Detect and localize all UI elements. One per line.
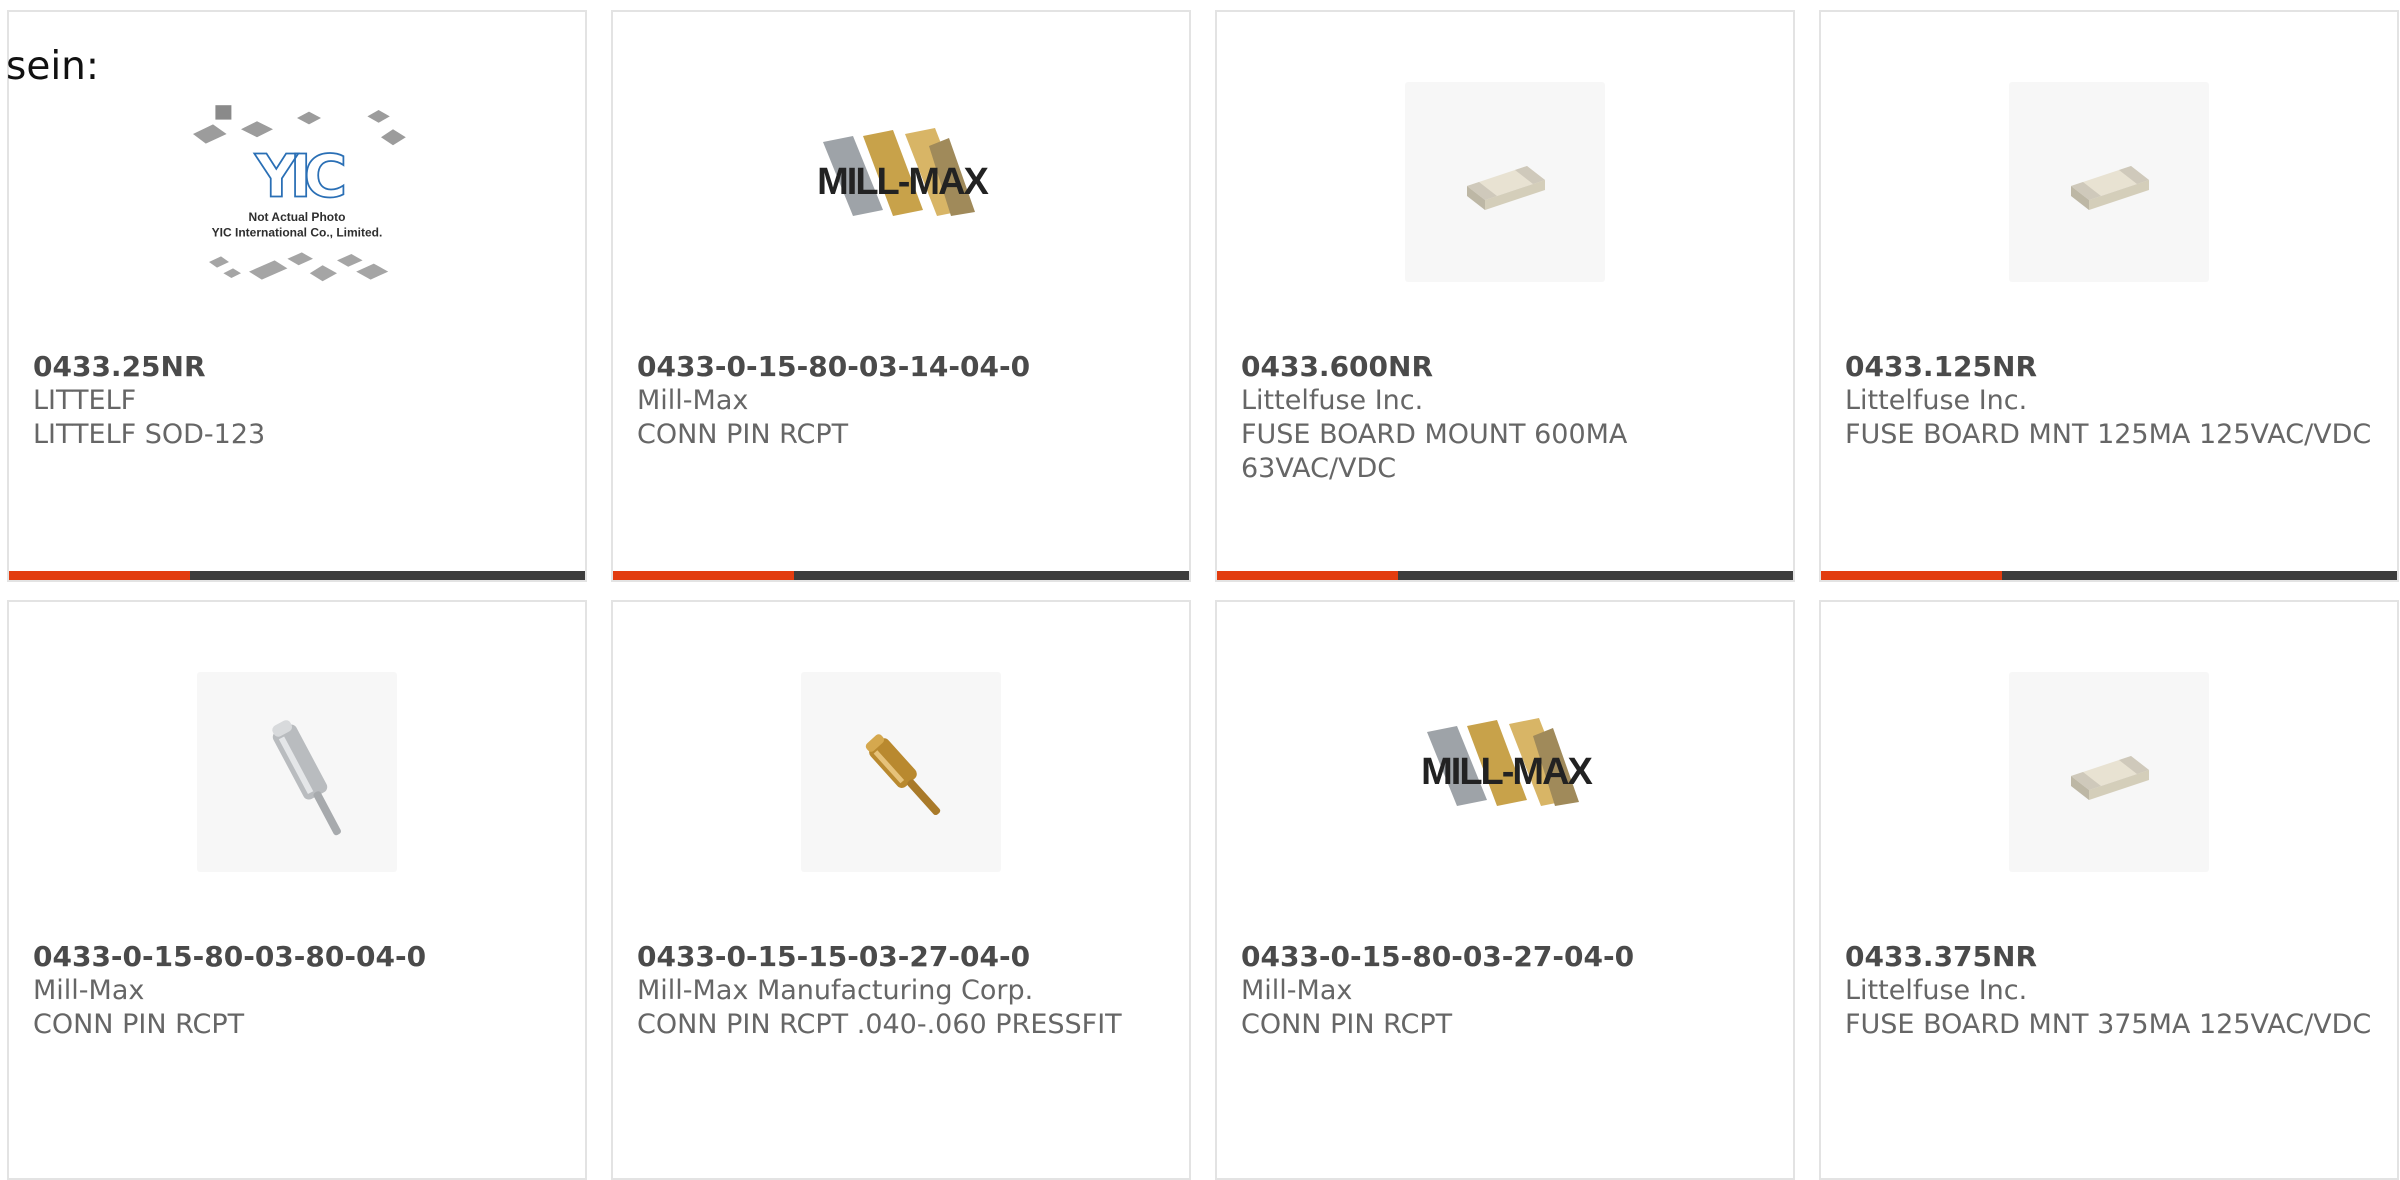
product-description: CONN PIN RCPT .040-.060 PRESSFIT [637,1009,1122,1040]
product-description: FUSE BOARD MOUNT 600MA 63VAC/VDC [1241,419,1628,484]
product-info: 0433-0-15-15-03-27-04-0 Mill-Max Manufac… [637,940,1169,1042]
card-footer-bar [9,571,585,580]
manufacturer: Littelfuse Inc. [1241,385,1424,416]
part-number-link[interactable]: 0433.600NR [1241,350,1773,384]
card-accent-bar [1821,571,2003,580]
manufacturer: Littelfuse Inc. [1845,385,2028,416]
product-info: 0433-0-15-80-03-80-04-0 Mill-Max CONN PI… [33,940,565,1042]
part-number-link[interactable]: 0433.125NR [1845,350,2377,384]
product-image[interactable]: MILL-MAX [1405,672,1605,872]
product-card[interactable]: 0433-0-15-15-03-27-04-0 Mill-Max Manufac… [611,600,1191,1180]
manufacturer: LITTELF [33,385,137,416]
product-info: 0433.600NR Littelfuse Inc. FUSE BOARD MO… [1241,350,1773,486]
product-image[interactable] [197,672,397,872]
product-image[interactable]: MILL-MAX [801,82,1001,282]
card-accent-bar [1217,571,1399,580]
manufacturer: Mill-Max Manufacturing Corp. [637,975,1034,1006]
mill-max-logo: MILL-MAX [817,161,989,203]
placeholder-photo-icon: YIC Not Actual Photo YIC International C… [193,105,406,282]
card-accent-bar [613,571,795,580]
product-info: 0433.125NR Littelfuse Inc. FUSE BOARD MN… [1845,350,2377,452]
product-card[interactable]: MILL-MAX 0433-0-15-80-03-14-04-0 Mill-Ma… [611,10,1191,582]
mill-max-logo: MILL-MAX [1421,751,1593,793]
yic-logo: YIC [254,141,344,210]
product-image[interactable] [2009,672,2209,872]
gold-pin-icon [865,734,941,816]
photo-caption: YIC International Co., Limited. [212,225,383,239]
product-description: LITTELF SOD-123 [33,419,266,450]
product-image[interactable] [1405,82,1605,282]
product-info: 0433-0-15-80-03-27-04-0 Mill-Max CONN PI… [1241,940,1773,1042]
product-card[interactable]: 0433.125NR Littelfuse Inc. FUSE BOARD MN… [1819,10,2399,582]
part-number-link[interactable]: 0433.25NR [33,350,565,384]
product-description: CONN PIN RCPT [1241,1009,1453,1040]
mill-max-logo-icon: MILL-MAX [1421,718,1596,806]
product-card[interactable]: YIC Not Actual Photo YIC International C… [7,10,587,582]
manufacturer: Mill-Max [1241,975,1353,1006]
part-number-link[interactable]: 0433-0-15-80-03-27-04-0 [1241,940,1773,974]
product-info: 0433.375NR Littelfuse Inc. FUSE BOARD MN… [1845,940,2377,1042]
product-description: CONN PIN RCPT [33,1009,245,1040]
product-card[interactable]: 0433.375NR Littelfuse Inc. FUSE BOARD MN… [1819,600,2399,1180]
smd-fuse-icon [2071,756,2149,800]
silver-pin-icon [272,720,341,836]
smd-fuse-icon [1467,166,1545,210]
part-number-link[interactable]: 0433-0-15-80-03-14-04-0 [637,350,1169,384]
manufacturer: Mill-Max [33,975,145,1006]
product-info: 0433-0-15-80-03-14-04-0 Mill-Max CONN PI… [637,350,1169,452]
product-grid: YIC Not Actual Photo YIC International C… [0,0,2400,1180]
product-card[interactable]: MILL-MAX 0433-0-15-80-03-27-04-0 Mill-Ma… [1215,600,1795,1180]
part-number-link[interactable]: 0433-0-15-15-03-27-04-0 [637,940,1169,974]
manufacturer: Littelfuse Inc. [1845,975,2028,1006]
mill-max-logo-icon: MILL-MAX [817,128,992,216]
product-image[interactable] [2009,82,2209,282]
card-footer-bar [1821,571,2397,580]
product-description: CONN PIN RCPT [637,419,849,450]
product-card[interactable]: 0433-0-15-80-03-80-04-0 Mill-Max CONN PI… [7,600,587,1180]
product-card[interactable]: 0433.600NR Littelfuse Inc. FUSE BOARD MO… [1215,10,1795,582]
product-description: FUSE BOARD MNT 375MA 125VAC/VDC [1845,1009,2372,1040]
manufacturer: Mill-Max [637,385,749,416]
product-image[interactable]: YIC Not Actual Photo YIC International C… [157,102,437,302]
smd-fuse-icon [2071,166,2149,210]
part-number-link[interactable]: 0433-0-15-80-03-80-04-0 [33,940,565,974]
part-number-link[interactable]: 0433.375NR [1845,940,2377,974]
card-footer-bar [1217,571,1793,580]
page-text-fragment: sein: [6,44,100,89]
card-accent-bar [9,571,191,580]
product-image[interactable] [801,672,1001,872]
card-footer-bar [613,571,1189,580]
product-description: FUSE BOARD MNT 125MA 125VAC/VDC [1845,419,2372,450]
product-info: 0433.25NR LITTELF LITTELF SOD-123 [33,350,565,452]
photo-caption: Not Actual Photo [249,210,346,224]
